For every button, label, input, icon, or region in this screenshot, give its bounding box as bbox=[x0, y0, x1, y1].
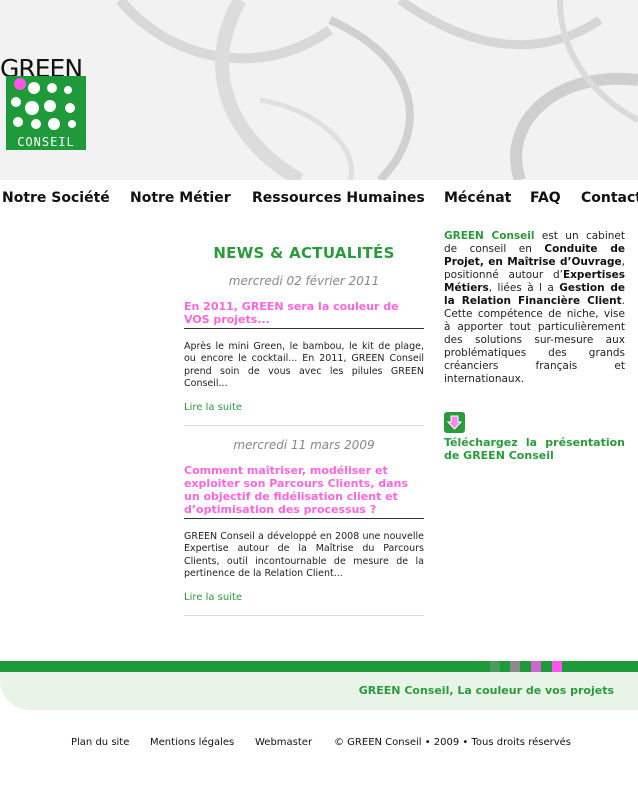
color-swatch bbox=[531, 661, 541, 672]
main-nav: Notre Société Notre Métier Ressources Hu… bbox=[0, 190, 638, 210]
read-more-link[interactable]: Lire la suite bbox=[184, 592, 424, 603]
intro-brand: GREEN Conseil bbox=[444, 230, 535, 242]
color-swatch bbox=[510, 661, 520, 672]
footer-link-webmaster[interactable]: Webmaster bbox=[255, 737, 312, 748]
news-article: mercredi 02 février 2011 En 2011, GREEN … bbox=[184, 274, 424, 427]
nav-ressources-humaines[interactable]: Ressources Humaines bbox=[252, 190, 425, 206]
article-date: mercredi 02 février 2011 bbox=[228, 274, 380, 288]
news-article: mercredi 11 mars 2009 Comment maîtriser,… bbox=[184, 438, 424, 617]
green-conseil-logo[interactable]: GREEN CONSEIL bbox=[0, 56, 88, 152]
intro-text: , liées à l a bbox=[488, 282, 560, 294]
article-summary: Après le mini Green, le bambou, le kit d… bbox=[184, 341, 424, 389]
download-icon[interactable] bbox=[444, 412, 465, 433]
color-swatch bbox=[490, 661, 500, 672]
nav-notre-societe[interactable]: Notre Société bbox=[2, 190, 110, 206]
footer-link-mentions[interactable]: Mentions légales bbox=[150, 737, 234, 748]
download-presentation-link[interactable]: Téléchargez la présentation de GREEN Con… bbox=[444, 436, 625, 462]
footer-copyright: © GREEN Conseil • 2009 • Tous droits rés… bbox=[334, 737, 571, 748]
news-section: NEWS & ACTUALITÉS mercredi 02 février 20… bbox=[184, 244, 424, 628]
article-title-link[interactable]: Comment maîtriser, modéliser et exploite… bbox=[184, 464, 424, 520]
article-date: mercredi 11 mars 2009 bbox=[233, 438, 375, 453]
logo-box: CONSEIL bbox=[6, 76, 86, 150]
article-summary: GREEN Conseil a développé en 2008 une no… bbox=[184, 531, 424, 580]
footer-link-plan[interactable]: Plan du site bbox=[71, 737, 129, 748]
nav-mecenat[interactable]: Mécénat bbox=[444, 190, 511, 206]
article-title-link[interactable]: En 2011, GREEN sera la couleur de VOS pr… bbox=[184, 300, 424, 329]
swirl-decoration bbox=[116, 0, 638, 180]
nav-notre-metier[interactable]: Notre Métier bbox=[130, 190, 231, 206]
nav-contact[interactable]: Contact bbox=[581, 190, 638, 206]
nav-faq[interactable]: FAQ bbox=[530, 190, 561, 206]
color-swatch bbox=[552, 661, 562, 672]
footer-green-bar bbox=[0, 661, 638, 672]
company-intro: GREEN Conseil est un cabinet de conseil … bbox=[444, 230, 625, 386]
news-heading: NEWS & ACTUALITÉS bbox=[213, 244, 395, 262]
intro-text: . Cette compétence de niche, vise à appo… bbox=[444, 295, 625, 385]
read-more-link[interactable]: Lire la suite bbox=[184, 402, 424, 413]
footer-tagline: GREEN Conseil, La couleur de vos projets bbox=[358, 684, 614, 697]
logo-conseil: CONSEIL bbox=[17, 135, 75, 149]
arrow-down-icon bbox=[446, 415, 463, 430]
header-banner: GREEN CONSEIL bbox=[0, 0, 638, 180]
dots-icon bbox=[11, 78, 76, 130]
